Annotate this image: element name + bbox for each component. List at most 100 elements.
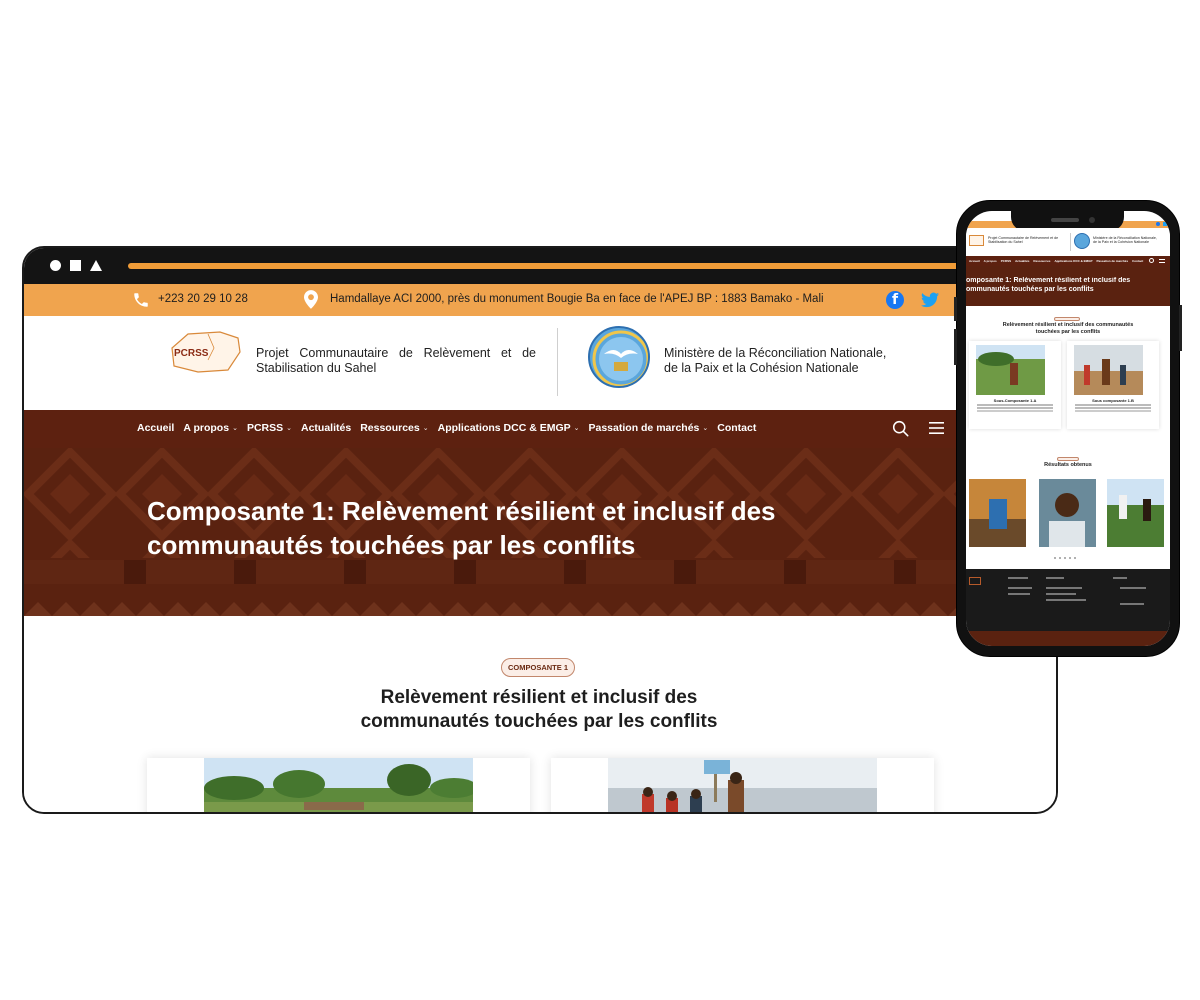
nav-item-label: PCRSS — [246, 422, 284, 434]
nav-item-label: Accueil — [969, 259, 980, 263]
card-title: Sous composante 1.B — [1092, 398, 1134, 403]
carousel-pager[interactable] — [1054, 557, 1076, 559]
nav-item-label: Actualités — [301, 422, 352, 434]
sub-component-card[interactable] — [147, 758, 530, 812]
card-photo-people — [608, 758, 877, 812]
nav-item-label: Actualités — [1015, 259, 1030, 263]
ministry-name-line2: de la Paix et la Cohésion Nationale — [1093, 240, 1149, 245]
phone-power-button — [1179, 305, 1182, 351]
section-badge: COMPOSANTE 1 — [501, 658, 575, 677]
ministry-seal-logo[interactable] — [588, 326, 650, 388]
nav-item-6[interactable]: Applications DCC & EMGP — [1054, 259, 1092, 263]
nav-item-5[interactable]: Ressources ⌄ — [360, 422, 428, 434]
header-divider — [1070, 233, 1071, 251]
mobile-phone-mockup: Projet Communautaire de Relèvement et de… — [954, 200, 1182, 657]
footer-logo[interactable] — [969, 577, 981, 585]
pcrss-logo[interactable] — [969, 235, 984, 246]
hamburger-menu-icon[interactable] — [929, 421, 944, 435]
result-photo[interactable] — [1107, 479, 1164, 547]
ministry-name-line2: de la Paix et la Cohésion Nationale — [664, 361, 859, 375]
nav-item-3[interactable]: PCRSS — [1001, 259, 1011, 263]
section-title: Relèvement résilient et inclusif des com… — [300, 686, 778, 734]
address-text: Hamdallaye ACI 2000, près du monument Bo… — [330, 293, 824, 305]
phone-volume-button — [954, 329, 957, 365]
browser-chrome — [24, 248, 1056, 284]
location-pin-icon — [304, 290, 318, 309]
sub-component-card[interactable] — [551, 758, 934, 812]
nav-item-label: PCRSS — [1000, 259, 1012, 263]
card-description — [1075, 404, 1151, 406]
section-title-line1: Relèvement résilient et inclusif des — [380, 687, 698, 708]
mobile-footer — [966, 569, 1170, 631]
section-title-line2: communautés touchées par les conflits — [360, 711, 718, 732]
nav-item-2[interactable]: A propos — [984, 259, 997, 263]
search-icon[interactable] — [892, 420, 909, 437]
hero-title: Composante 1: Relèvement résilient et in… — [147, 494, 887, 562]
mobile-hero-title-line1: omposante 1: Relèvement résilient et inc… — [966, 277, 1131, 284]
nav-item-label: Ressources — [360, 422, 420, 434]
twitter-icon[interactable] — [1163, 222, 1167, 226]
ministry-name: Ministère de la Réconciliation Nationale… — [664, 346, 924, 376]
chevron-down-icon: ⌄ — [422, 425, 429, 432]
nav-item-7[interactable]: Passation de marchés — [1096, 259, 1128, 263]
nav-item-3[interactable]: PCRSS ⌄ — [247, 422, 292, 434]
ministry-name: Ministère de la Réconciliation Nationale… — [1093, 236, 1167, 244]
nav-item-8[interactable]: Contact — [717, 422, 756, 434]
nav-item-label: A propos — [983, 259, 997, 263]
hero-title-line1: Composante 1: Relèvement résilient et in… — [147, 496, 776, 526]
mobile-section-badge — [1054, 317, 1080, 321]
circle-control-icon[interactable] — [50, 260, 61, 271]
hero-title-line2: communautés touchées par les conflits — [147, 530, 636, 560]
triangle-control-icon[interactable] — [90, 260, 102, 271]
composante-section: COMPOSANTE 1 Relèvement résilient et inc… — [24, 616, 1056, 812]
project-name: Projet Communautaire de Relèvement et de… — [256, 346, 536, 375]
nav-item-4[interactable]: Actualités — [1015, 259, 1029, 263]
mockup-stage: +223 20 29 10 28 Hamdallaye ACI 2000, pr… — [0, 0, 1200, 1000]
hamburger-menu-icon[interactable] — [1159, 259, 1165, 263]
nav-item-1[interactable]: Accueil — [969, 259, 980, 263]
pcrss-logo[interactable]: PCRSS — [168, 330, 242, 376]
logo-wordmark: PCRSS — [174, 348, 209, 359]
ministry-name-line1: Ministère de la Réconciliation Nationale… — [664, 346, 887, 360]
ministry-seal-logo[interactable] — [1074, 233, 1090, 249]
nav-item-5[interactable]: Ressources — [1033, 259, 1050, 263]
phone-number[interactable]: +223 20 29 10 28 — [158, 293, 248, 305]
twitter-icon[interactable] — [921, 292, 939, 308]
mobile-hero-title-line2: ommunautés touchées par les conflits — [966, 285, 1094, 293]
mobile-navigation: Accueil A propos PCRSS Actualités Ressources… — [966, 256, 1170, 266]
mobile-sub-component-card[interactable]: Sous-Composante 1.A — [969, 341, 1061, 429]
phone-icon — [134, 293, 148, 307]
nav-item-label: Applications DCC & EMGP — [1054, 259, 1093, 263]
nav-item-1[interactable]: Accueil — [137, 422, 174, 434]
card-photo-people — [1074, 345, 1143, 395]
page-hero: Composante 1: Relèvement résilient et in… — [24, 448, 1056, 616]
nav-item-8[interactable]: Contact — [1132, 259, 1143, 263]
mobile-hero-title: omposante 1: Relèvement résilient et inc… — [966, 277, 1170, 294]
nav-item-4[interactable]: Actualités — [301, 422, 351, 434]
site-header: PCRSS Projet Communautaire de Relèvement… — [24, 316, 1056, 410]
nav-item-2[interactable]: A propos ⌄ — [183, 422, 238, 434]
contact-topbar: +223 20 29 10 28 Hamdallaye ACI 2000, pr… — [24, 284, 1056, 316]
address-bar[interactable] — [128, 263, 988, 269]
facebook-icon[interactable] — [1156, 222, 1160, 226]
mobile-copyright-bar — [966, 631, 1170, 646]
results-title: Résultats obtenus — [1044, 462, 1092, 468]
square-control-icon[interactable] — [70, 260, 81, 271]
nav-item-7[interactable]: Passation de marchés ⌄ — [589, 422, 709, 434]
nav-item-6[interactable]: Applications DCC & EMGP ⌄ — [438, 422, 580, 434]
mobile-sub-component-card[interactable]: Sous composante 1.B — [1067, 341, 1159, 429]
card-description — [977, 404, 1053, 406]
main-navigation: Accueil A propos ⌄ PCRSS ⌄ Actualités Ressourc… — [24, 410, 1056, 448]
chevron-down-icon: ⌄ — [573, 425, 580, 432]
mobile-hero: omposante 1: Relèvement résilient et inc… — [966, 266, 1170, 306]
mobile-results-badge — [1057, 457, 1079, 461]
result-photo[interactable] — [969, 479, 1026, 547]
search-icon[interactable] — [1149, 258, 1154, 263]
card-photo-field — [976, 345, 1045, 395]
facebook-icon[interactable]: f — [886, 291, 904, 309]
result-photo[interactable] — [1039, 479, 1096, 547]
mobile-header: Projet Communautaire de Relèvement et de… — [966, 228, 1170, 256]
card-title: Sous-Composante 1.A — [993, 398, 1037, 403]
chevron-down-icon: ⌄ — [702, 425, 709, 432]
nav-item-label: Ressources — [1033, 259, 1051, 263]
